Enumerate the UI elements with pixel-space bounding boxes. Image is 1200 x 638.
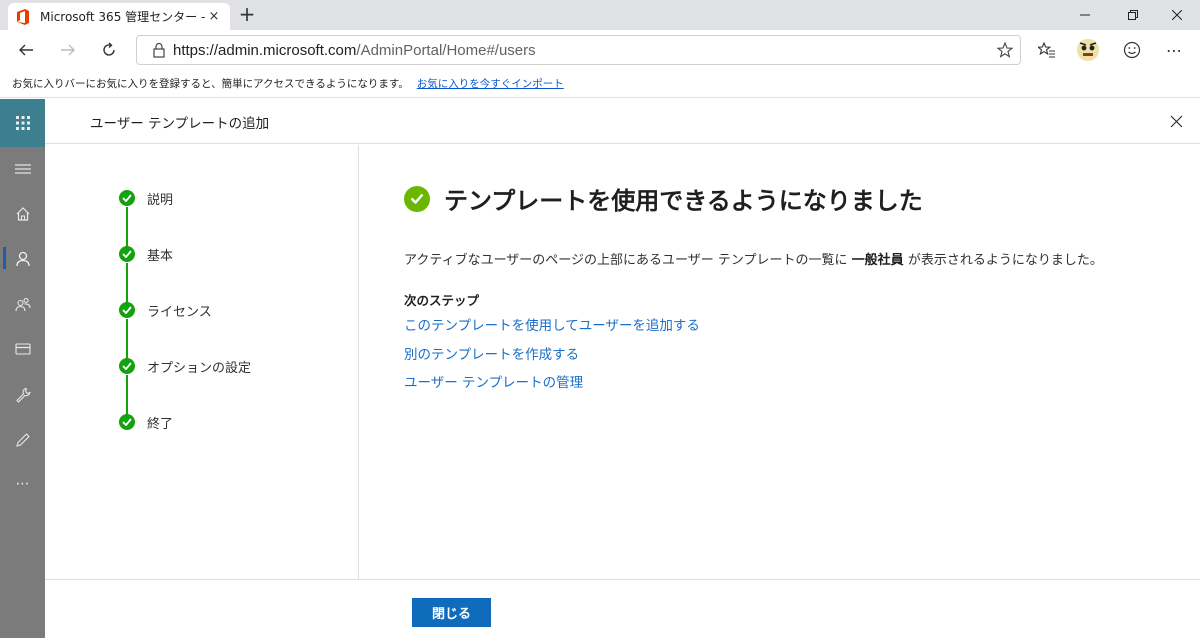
favorite-star-icon[interactable] (990, 42, 1020, 58)
restore-button[interactable] (1110, 0, 1156, 30)
browser-tab[interactable]: Microsoft 365 管理センター - アクティ × (8, 3, 230, 30)
description-text: アクティブなユーザーのページの上部にあるユーザー テンプレートの一覧に (404, 253, 852, 268)
setup-nav-button[interactable] (0, 383, 45, 407)
users-nav-button[interactable] (0, 247, 45, 271)
close-button[interactable]: 閉じる (412, 598, 491, 627)
check-icon (119, 190, 135, 206)
groups-nav-button[interactable] (0, 292, 45, 316)
template-name: 一般社員 (851, 253, 904, 268)
url-path: /AdminPortal/Home#/users (356, 41, 536, 59)
lock-icon[interactable] (145, 42, 173, 58)
favorites-list-button[interactable] (1033, 36, 1061, 64)
credit-card-icon (14, 343, 31, 355)
home-nav-button[interactable] (0, 202, 45, 226)
step-licenses[interactable]: ライセンス (119, 301, 212, 320)
step-finish[interactable]: 終了 (119, 413, 174, 432)
panel-title: ユーザー テンプレートの追加 (90, 116, 270, 132)
app-left-rail: ⋯ (0, 99, 45, 638)
create-another-template-link[interactable]: 別のテンプレートを作成する (404, 343, 579, 363)
success-check-icon (404, 185, 430, 212)
wrench-icon (15, 387, 31, 403)
feedback-button[interactable] (1118, 36, 1146, 64)
forward-button[interactable] (54, 36, 82, 64)
step-label: 基本 (147, 248, 174, 264)
step-optional-settings[interactable]: オプションの設定 (119, 357, 252, 376)
settings-more-button[interactable]: ⋯ (1160, 36, 1188, 64)
user-icon (15, 251, 30, 267)
new-tab-button[interactable]: + (236, 4, 258, 26)
success-description: アクティブなユーザーのページの上部にあるユーザー テンプレートの一覧に 一般社員… (404, 249, 1103, 268)
back-arrow-icon (19, 44, 33, 56)
step-description[interactable]: 説明 (119, 189, 174, 208)
check-icon (119, 358, 135, 374)
step-label: 説明 (147, 192, 174, 208)
page-title: テンプレートを使用できるようになりました (444, 187, 923, 215)
step-connector (126, 375, 128, 415)
favorites-list-icon (1038, 42, 1055, 58)
smiley-icon (1123, 41, 1141, 59)
minimize-button[interactable] (1062, 0, 1108, 30)
more-nav-button[interactable]: ⋯ (0, 472, 45, 496)
profile-avatar[interactable] (1077, 39, 1099, 61)
office-logo-icon (16, 8, 30, 25)
next-steps-title: 次のステップ (404, 293, 480, 308)
close-window-button[interactable] (1154, 0, 1200, 30)
import-favorites-link[interactable]: お気に入りを今すぐインポート (417, 76, 564, 91)
favorites-bar: お気に入りバーにお気に入りを登録すると、簡単にアクセスできるようになります。 お… (0, 70, 1200, 98)
check-icon (119, 414, 135, 430)
groups-icon (14, 297, 31, 312)
app-launcher-button[interactable] (0, 99, 45, 147)
tab-close-icon[interactable]: × (206, 9, 222, 24)
hamburger-menu-button[interactable] (0, 157, 45, 181)
step-label: 終了 (147, 416, 174, 432)
add-user-with-template-link[interactable]: このテンプレートを使用してユーザーを追加する (404, 314, 700, 334)
customize-nav-button[interactable] (0, 428, 45, 452)
back-button[interactable] (12, 36, 40, 64)
address-bar[interactable]: https://admin.microsoft.com/AdminPortal/… (136, 35, 1021, 65)
panel-footer: 閉じる (45, 579, 1200, 638)
step-label: オプションの設定 (147, 360, 252, 376)
url-text[interactable]: https://admin.microsoft.com/AdminPortal/… (173, 42, 990, 59)
forward-arrow-icon (61, 44, 75, 56)
check-icon (119, 302, 135, 318)
close-icon (1170, 115, 1182, 127)
waffle-icon (15, 116, 30, 130)
add-user-template-panel: ユーザー テンプレートの追加 説明 基本 ライセンス オプションの設定 終了 テ… (45, 99, 1200, 638)
favorites-message: お気に入りバーにお気に入りを登録すると、簡単にアクセスできるようになります。 (12, 78, 409, 90)
manage-user-templates-link[interactable]: ユーザー テンプレートの管理 (404, 371, 583, 391)
url-host: https://admin.microsoft.com (173, 41, 357, 59)
billing-nav-button[interactable] (0, 337, 45, 361)
tab-title: Microsoft 365 管理センター - アクティ (40, 10, 206, 24)
pencil-icon (15, 433, 30, 447)
description-text: が表示されるようになりました。 (903, 253, 1103, 268)
check-icon (119, 246, 135, 262)
refresh-button[interactable] (95, 36, 123, 64)
refresh-icon (103, 42, 115, 56)
step-connector (126, 319, 128, 359)
panel-header: ユーザー テンプレートの追加 (45, 99, 1200, 144)
home-icon (16, 207, 29, 221)
wizard-steps: 説明 基本 ライセンス オプションの設定 終了 (45, 145, 359, 579)
step-basics[interactable]: 基本 (119, 245, 174, 264)
step-connector (126, 263, 128, 303)
panel-close-button[interactable] (1166, 111, 1186, 131)
step-label: ライセンス (147, 304, 212, 320)
browser-toolbar: https://admin.microsoft.com/AdminPortal/… (0, 30, 1200, 70)
hamburger-icon (14, 164, 31, 174)
step-connector (126, 207, 128, 247)
browser-tab-strip: Microsoft 365 管理センター - アクティ × + (0, 0, 1200, 30)
success-heading: テンプレートを使用できるようになりました (404, 181, 923, 216)
